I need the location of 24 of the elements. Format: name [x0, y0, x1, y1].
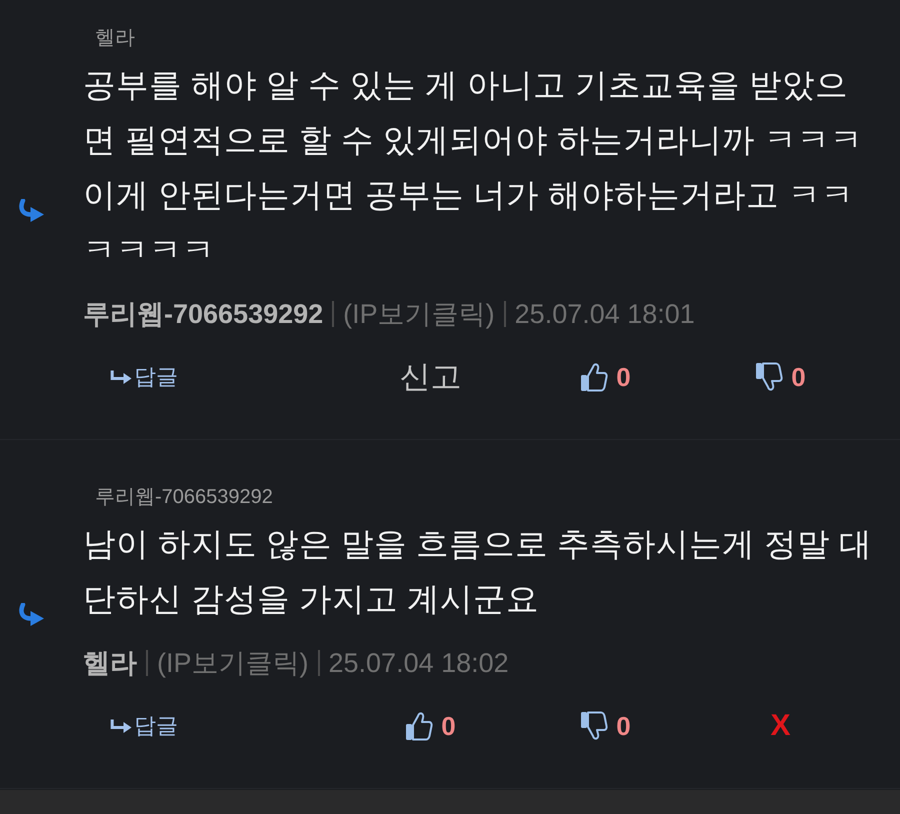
comment-time: 25.07.04 18:01: [514, 298, 695, 331]
delete-button[interactable]: X: [770, 706, 790, 746]
curved-arrow-icon: [17, 198, 45, 222]
comment-text: 남이 하지도 않은 말을 흐름으로 추측하시는게 정말 대단하신 감성을 가지고 계시군요: [83, 525, 874, 619]
comment-text: 공부를 해야 알 수 있는 게 아니고 기초교육을 받았으면 필연적으로 할 수 있게되어야 하는거라니까 ㅋㅋㅋ 이게 안된다는거면 공부는 너가 해야하는거라고 ㅋㅋㅋㅋㅋㅋ: [83, 66, 864, 270]
comment-time: 25.07.04 18:02: [328, 647, 509, 680]
reply-arrow-icon: [110, 370, 132, 384]
author-name: 루리웹-7066539292: [83, 298, 324, 331]
like-button[interactable]: 0: [580, 360, 631, 394]
curved-arrow-icon: [17, 602, 45, 626]
reply-to-author: 루리웹-7066539292: [95, 485, 274, 510]
like-button[interactable]: 0: [405, 709, 456, 743]
dislike-button[interactable]: 0: [755, 360, 806, 394]
dislike-button[interactable]: 0: [580, 709, 631, 743]
author-name: 헬라: [83, 647, 137, 680]
reply-button[interactable]: 답글: [110, 362, 178, 392]
thumbs-up-icon: [580, 362, 608, 392]
thumbs-down-icon: [580, 711, 608, 741]
reply-arrow-icon: [110, 719, 132, 733]
reply-button[interactable]: 답글: [110, 711, 178, 741]
reply-to-author: 헬라: [95, 26, 136, 51]
thumbs-down-icon: [755, 362, 784, 392]
thumbs-up-icon: [405, 711, 434, 741]
report-button[interactable]: 신고: [400, 357, 462, 397]
